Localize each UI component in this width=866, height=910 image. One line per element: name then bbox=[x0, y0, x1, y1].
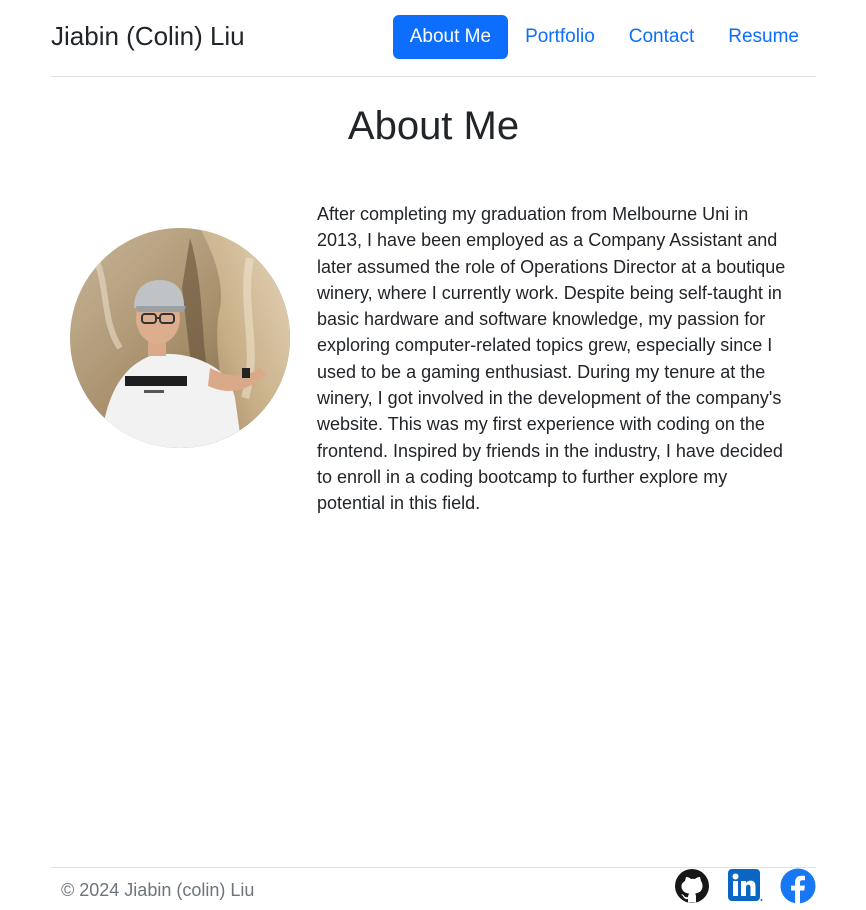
copyright-text: © 2024 Jiabin (colin) Liu bbox=[61, 880, 255, 900]
site-footer: © 2024 Jiabin (colin) Liu bbox=[51, 867, 816, 910]
facebook-icon[interactable] bbox=[780, 868, 816, 904]
github-icon[interactable] bbox=[674, 868, 710, 904]
nav-contact[interactable]: Contact bbox=[612, 15, 711, 59]
page-container: Jiabin (Colin) Liu About Me Portfolio Co… bbox=[51, 0, 816, 909]
about-bio: After completing my graduation from Melb… bbox=[317, 204, 786, 514]
profile-photo bbox=[70, 228, 290, 448]
site-header: Jiabin (Colin) Liu About Me Portfolio Co… bbox=[51, 0, 816, 77]
nav-resume[interactable]: Resume bbox=[711, 15, 816, 59]
linkedin-icon[interactable] bbox=[727, 868, 763, 904]
nav-portfolio[interactable]: Portfolio bbox=[508, 15, 612, 59]
nav-about-me[interactable]: About Me bbox=[392, 15, 509, 59]
social-links bbox=[674, 868, 816, 904]
page-title: About Me bbox=[347, 104, 520, 148]
site-brand[interactable]: Jiabin (Colin) Liu bbox=[51, 19, 245, 53]
main-nav: About Me Portfolio Contact Resume bbox=[392, 15, 816, 59]
